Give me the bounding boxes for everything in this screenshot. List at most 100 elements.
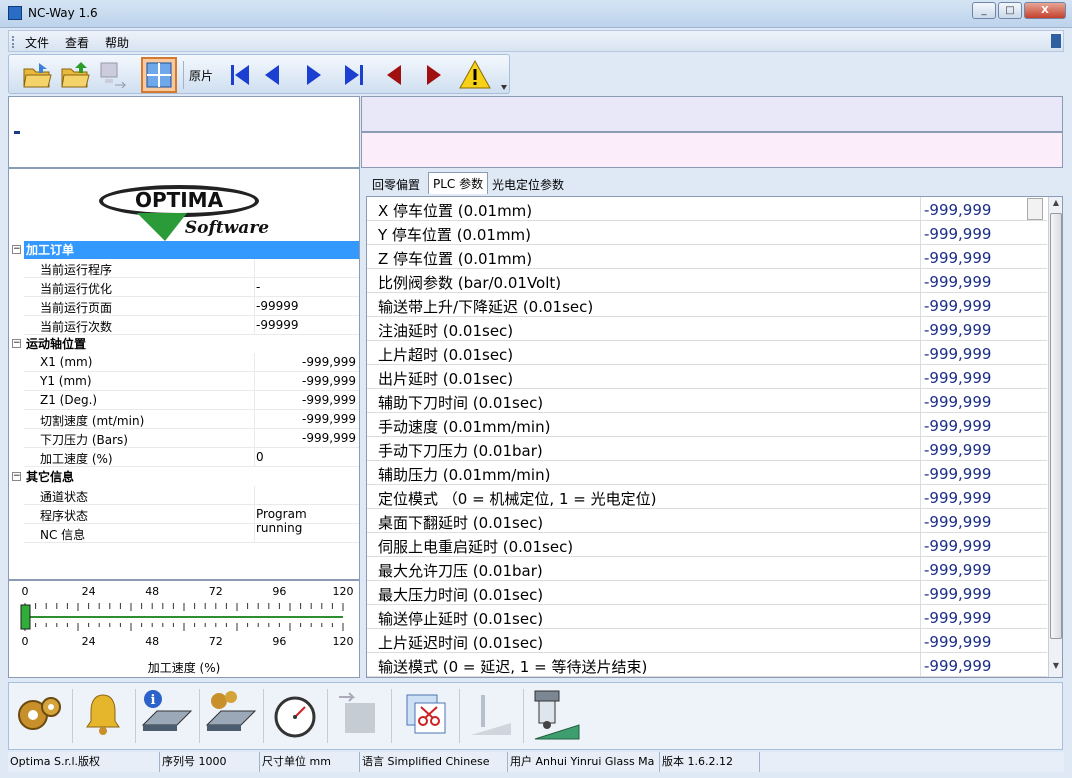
table-row[interactable]: 程序状态 Program running bbox=[24, 505, 359, 535]
table-row[interactable]: 上片超时 (0.01sec) -999,999 bbox=[367, 341, 1047, 365]
table-row[interactable]: 定位模式 （0 = 机械定位, 1 = 光电定位) -999,999 bbox=[367, 485, 1047, 509]
table-row[interactable]: 输送带上升/下降延迟 (0.01sec) -999,999 bbox=[367, 293, 1047, 317]
machine-maintenance-icon[interactable] bbox=[203, 687, 259, 743]
machine-info-icon[interactable]: i bbox=[139, 687, 195, 743]
param-value[interactable]: -999,999 bbox=[924, 417, 991, 435]
menu-file[interactable]: 文件 bbox=[25, 34, 49, 51]
section-order[interactable]: − 加工订单 bbox=[9, 241, 359, 259]
collapse-icon[interactable]: − bbox=[12, 339, 21, 348]
tab-plc-params[interactable]: PLC 参数 bbox=[428, 172, 489, 194]
table-row[interactable]: 辅助压力 (0.01mm/min) -999,999 bbox=[367, 461, 1047, 485]
table-row[interactable]: NC 信息 bbox=[24, 524, 359, 543]
cutting-head-disabled-icon[interactable] bbox=[463, 687, 519, 743]
table-row[interactable]: 下刀压力 (Bars) -999,999 bbox=[24, 429, 359, 448]
table-row[interactable]: Z 停车位置 (0.01mm) -999,999 bbox=[367, 245, 1047, 269]
toolbar-overflow-icon[interactable] bbox=[501, 85, 507, 91]
value-spinner[interactable] bbox=[1027, 198, 1043, 220]
table-row[interactable]: 当前运行优化 - bbox=[24, 278, 359, 297]
table-row[interactable]: 最大压力时间 (0.01sec) -999,999 bbox=[367, 581, 1047, 605]
table-row[interactable]: Y 停车位置 (0.01mm) -999,999 bbox=[367, 221, 1047, 245]
minimize-button[interactable]: _ bbox=[972, 2, 996, 19]
param-value[interactable]: -999,999 bbox=[924, 609, 991, 627]
param-value[interactable]: -999,999 bbox=[924, 633, 991, 651]
table-row[interactable]: 加工速度 (%) 0 bbox=[24, 448, 359, 467]
row-key: 程序状态 bbox=[40, 509, 89, 523]
table-row[interactable]: 当前运行程序 bbox=[24, 259, 359, 278]
section-other[interactable]: − 其它信息 bbox=[9, 468, 359, 486]
table-row[interactable]: 输送模式 (0 = 延迟, 1 = 等待送片结束) -999,999 bbox=[367, 653, 1047, 677]
tab-photo-positioning[interactable]: 光电定位参数 bbox=[488, 174, 568, 194]
table-row[interactable]: 切割速度 (mt/min) -999,999 bbox=[24, 410, 359, 429]
cutting-head-icon[interactable] bbox=[527, 687, 583, 743]
menu-overflow-icon[interactable] bbox=[1051, 34, 1061, 48]
param-value[interactable]: -999,999 bbox=[924, 369, 991, 387]
param-value[interactable]: -999,999 bbox=[924, 513, 991, 531]
previous-page-icon[interactable] bbox=[257, 59, 289, 91]
close-button[interactable]: X bbox=[1024, 2, 1066, 19]
param-value[interactable]: -999,999 bbox=[924, 273, 991, 291]
param-value[interactable]: -999,999 bbox=[924, 465, 991, 483]
menu-grip[interactable] bbox=[12, 36, 14, 48]
open-folder-icon[interactable] bbox=[21, 59, 53, 91]
warning-icon[interactable] bbox=[459, 59, 491, 91]
param-value[interactable]: -999,999 bbox=[924, 201, 991, 219]
table-row[interactable]: X1 (mm) -999,999 bbox=[24, 353, 359, 372]
gears-icon[interactable] bbox=[11, 687, 67, 743]
gauge-slider-thumb[interactable] bbox=[20, 604, 31, 630]
grid-view-icon[interactable] bbox=[141, 57, 177, 93]
send-disabled-icon[interactable] bbox=[97, 59, 129, 91]
previous-red-icon[interactable] bbox=[379, 59, 411, 91]
table-row[interactable]: X 停车位置 (0.01mm) -999,999 bbox=[367, 197, 1047, 221]
param-value[interactable]: -999,999 bbox=[924, 657, 991, 675]
table-row[interactable]: 桌面下翻延时 (0.01sec) -999,999 bbox=[367, 509, 1047, 533]
table-row[interactable]: 辅助下刀时间 (0.01sec) -999,999 bbox=[367, 389, 1047, 413]
scroll-thumb[interactable] bbox=[1050, 213, 1062, 639]
table-row[interactable]: 出片延时 (0.01sec) -999,999 bbox=[367, 365, 1047, 389]
param-value[interactable]: -999,999 bbox=[924, 537, 991, 555]
alarm-bell-icon[interactable] bbox=[75, 687, 131, 743]
table-row[interactable]: 比例阀参数 (bar/0.01Volt) -999,999 bbox=[367, 269, 1047, 293]
param-value[interactable]: -999,999 bbox=[924, 393, 991, 411]
param-value[interactable]: -999,999 bbox=[924, 321, 991, 339]
save-folder-icon[interactable] bbox=[59, 59, 91, 91]
table-row[interactable]: 最大允许刀压 (0.01bar) -999,999 bbox=[367, 557, 1047, 581]
transfer-disabled-icon[interactable] bbox=[331, 687, 387, 743]
first-page-icon[interactable] bbox=[225, 59, 257, 91]
tab-home-offset[interactable]: 回零偏置 bbox=[368, 174, 424, 194]
param-value[interactable]: -999,999 bbox=[924, 225, 991, 243]
table-row[interactable]: 手动下刀压力 (0.01bar) -999,999 bbox=[367, 437, 1047, 461]
maximize-button[interactable]: □ bbox=[998, 2, 1022, 19]
table-row[interactable]: 当前运行次数 -99999 bbox=[24, 316, 359, 335]
collapse-icon[interactable]: − bbox=[12, 472, 21, 481]
next-page-icon[interactable] bbox=[297, 59, 329, 91]
table-row[interactable]: 通道状态 bbox=[24, 486, 359, 505]
param-value[interactable]: -999,999 bbox=[924, 441, 991, 459]
param-value[interactable]: -999,999 bbox=[924, 297, 991, 315]
param-name: 出片延时 (0.01sec) bbox=[378, 370, 514, 388]
param-value[interactable]: -999,999 bbox=[924, 345, 991, 363]
app-icon[interactable] bbox=[8, 6, 22, 20]
param-value[interactable]: -999,999 bbox=[924, 489, 991, 507]
menu-view[interactable]: 查看 bbox=[65, 34, 89, 51]
last-page-icon[interactable] bbox=[337, 59, 369, 91]
table-row[interactable]: 当前运行页面 -99999 bbox=[24, 297, 359, 316]
section-axis[interactable]: − 运动轴位置 bbox=[9, 335, 359, 353]
table-row[interactable]: Z1 (Deg.) -999,999 bbox=[24, 391, 359, 410]
table-row[interactable]: Y1 (mm) -999,999 bbox=[24, 372, 359, 391]
param-value[interactable]: -999,999 bbox=[924, 585, 991, 603]
cut-edit-icon[interactable] bbox=[397, 687, 453, 743]
param-value[interactable]: -999,999 bbox=[924, 561, 991, 579]
menu-help[interactable]: 帮助 bbox=[105, 34, 129, 51]
table-row[interactable]: 注油延时 (0.01sec) -999,999 bbox=[367, 317, 1047, 341]
next-red-icon[interactable] bbox=[417, 59, 449, 91]
collapse-icon[interactable]: − bbox=[12, 245, 21, 254]
table-row[interactable]: 伺服上电重启延时 (0.01sec) -999,999 bbox=[367, 533, 1047, 557]
param-value[interactable]: -999,999 bbox=[924, 249, 991, 267]
scroll-down-icon[interactable]: ▼ bbox=[1050, 661, 1062, 675]
vertical-scrollbar[interactable]: ▲ ▼ bbox=[1048, 197, 1062, 677]
table-row[interactable]: 手动速度 (0.01mm/min) -999,999 bbox=[367, 413, 1047, 437]
scroll-up-icon[interactable]: ▲ bbox=[1050, 198, 1062, 212]
table-row[interactable]: 上片延迟时间 (0.01sec) -999,999 bbox=[367, 629, 1047, 653]
table-row[interactable]: 输送停止延时 (0.01sec) -999,999 bbox=[367, 605, 1047, 629]
pressure-gauge-icon[interactable] bbox=[267, 687, 323, 743]
